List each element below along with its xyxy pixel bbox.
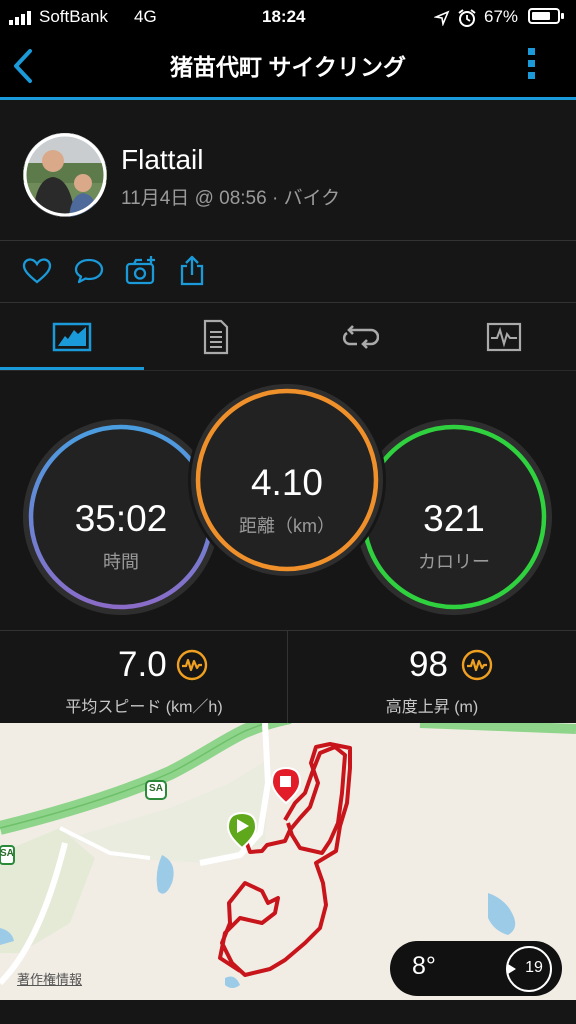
location-arrow-icon xyxy=(434,10,450,26)
carrier-label: SoftBank xyxy=(39,7,108,26)
detail-tabs xyxy=(0,303,576,370)
laps-loop-icon xyxy=(342,324,379,349)
map-credit-link[interactable]: 著作権情報 xyxy=(17,969,82,988)
clock: 18:24 xyxy=(262,7,306,26)
avatar[interactable] xyxy=(23,133,107,217)
nav-bar: 猪苗代町 サイクリング xyxy=(0,34,576,98)
details-list-icon xyxy=(203,319,229,354)
trend-graph-icon xyxy=(176,649,208,681)
avg-speed-value: 7.0 xyxy=(118,645,167,684)
more-menu-icon[interactable] xyxy=(525,46,539,82)
tab-details[interactable] xyxy=(144,303,288,370)
activity-header: Flattail 11月4日 @ 08:56 · バイク xyxy=(0,100,576,240)
add-photo-icon[interactable] xyxy=(125,255,157,287)
network-label: 4G xyxy=(134,7,157,26)
battery-percent: 67% xyxy=(484,7,519,26)
status-bar: SoftBank 4G 18:24 67% xyxy=(0,0,576,34)
comment-icon[interactable] xyxy=(73,255,105,287)
like-heart-icon[interactable] xyxy=(21,255,53,287)
divider xyxy=(0,370,576,371)
road-badge: SA xyxy=(149,783,163,794)
elevation-value: 98 xyxy=(409,645,448,684)
trend-graph-icon xyxy=(461,649,493,681)
calories-label: カロリー xyxy=(418,552,490,572)
page-title: 猪苗代町 サイクリング xyxy=(170,54,406,80)
calories-value: 321 xyxy=(423,498,485,539)
avg-speed-label: 平均スピード (km／h) xyxy=(65,699,223,716)
time-label: 時間 xyxy=(103,552,139,572)
summary-rings: 35:02 時間 4.10 距離（km） 321 カロリー xyxy=(0,372,576,630)
bottom-section-edge xyxy=(0,1000,576,1024)
wind-speed: 19 xyxy=(525,959,543,976)
social-actions xyxy=(0,241,576,302)
tab-charts[interactable] xyxy=(432,303,576,370)
temperature: 8° xyxy=(412,952,436,980)
signal-icon xyxy=(9,11,31,25)
stats-row: 7.0 平均スピード (km／h) 98 高度上昇 (m) xyxy=(0,631,576,723)
tab-overview[interactable] xyxy=(0,303,144,370)
alarm-icon xyxy=(458,9,476,27)
route-map[interactable]: SA SA 著作権情報 8° 19 xyxy=(0,723,576,1000)
activity-meta: 11月4日 @ 08:56 · バイク xyxy=(121,188,341,209)
road-badge: SA xyxy=(0,848,13,859)
overview-tab-icon xyxy=(52,322,92,351)
weather-badge: 8° 19 xyxy=(390,941,562,996)
avg-speed-cell[interactable]: 7.0 平均スピード (km／h) xyxy=(0,631,288,723)
elevation-cell[interactable]: 98 高度上昇 (m) xyxy=(288,631,576,723)
tab-laps[interactable] xyxy=(288,303,432,370)
charts-icon xyxy=(486,322,522,351)
elevation-label: 高度上昇 (m) xyxy=(385,699,479,716)
share-icon[interactable] xyxy=(176,255,208,287)
battery-icon xyxy=(528,8,560,24)
user-name[interactable]: Flattail xyxy=(121,144,203,176)
